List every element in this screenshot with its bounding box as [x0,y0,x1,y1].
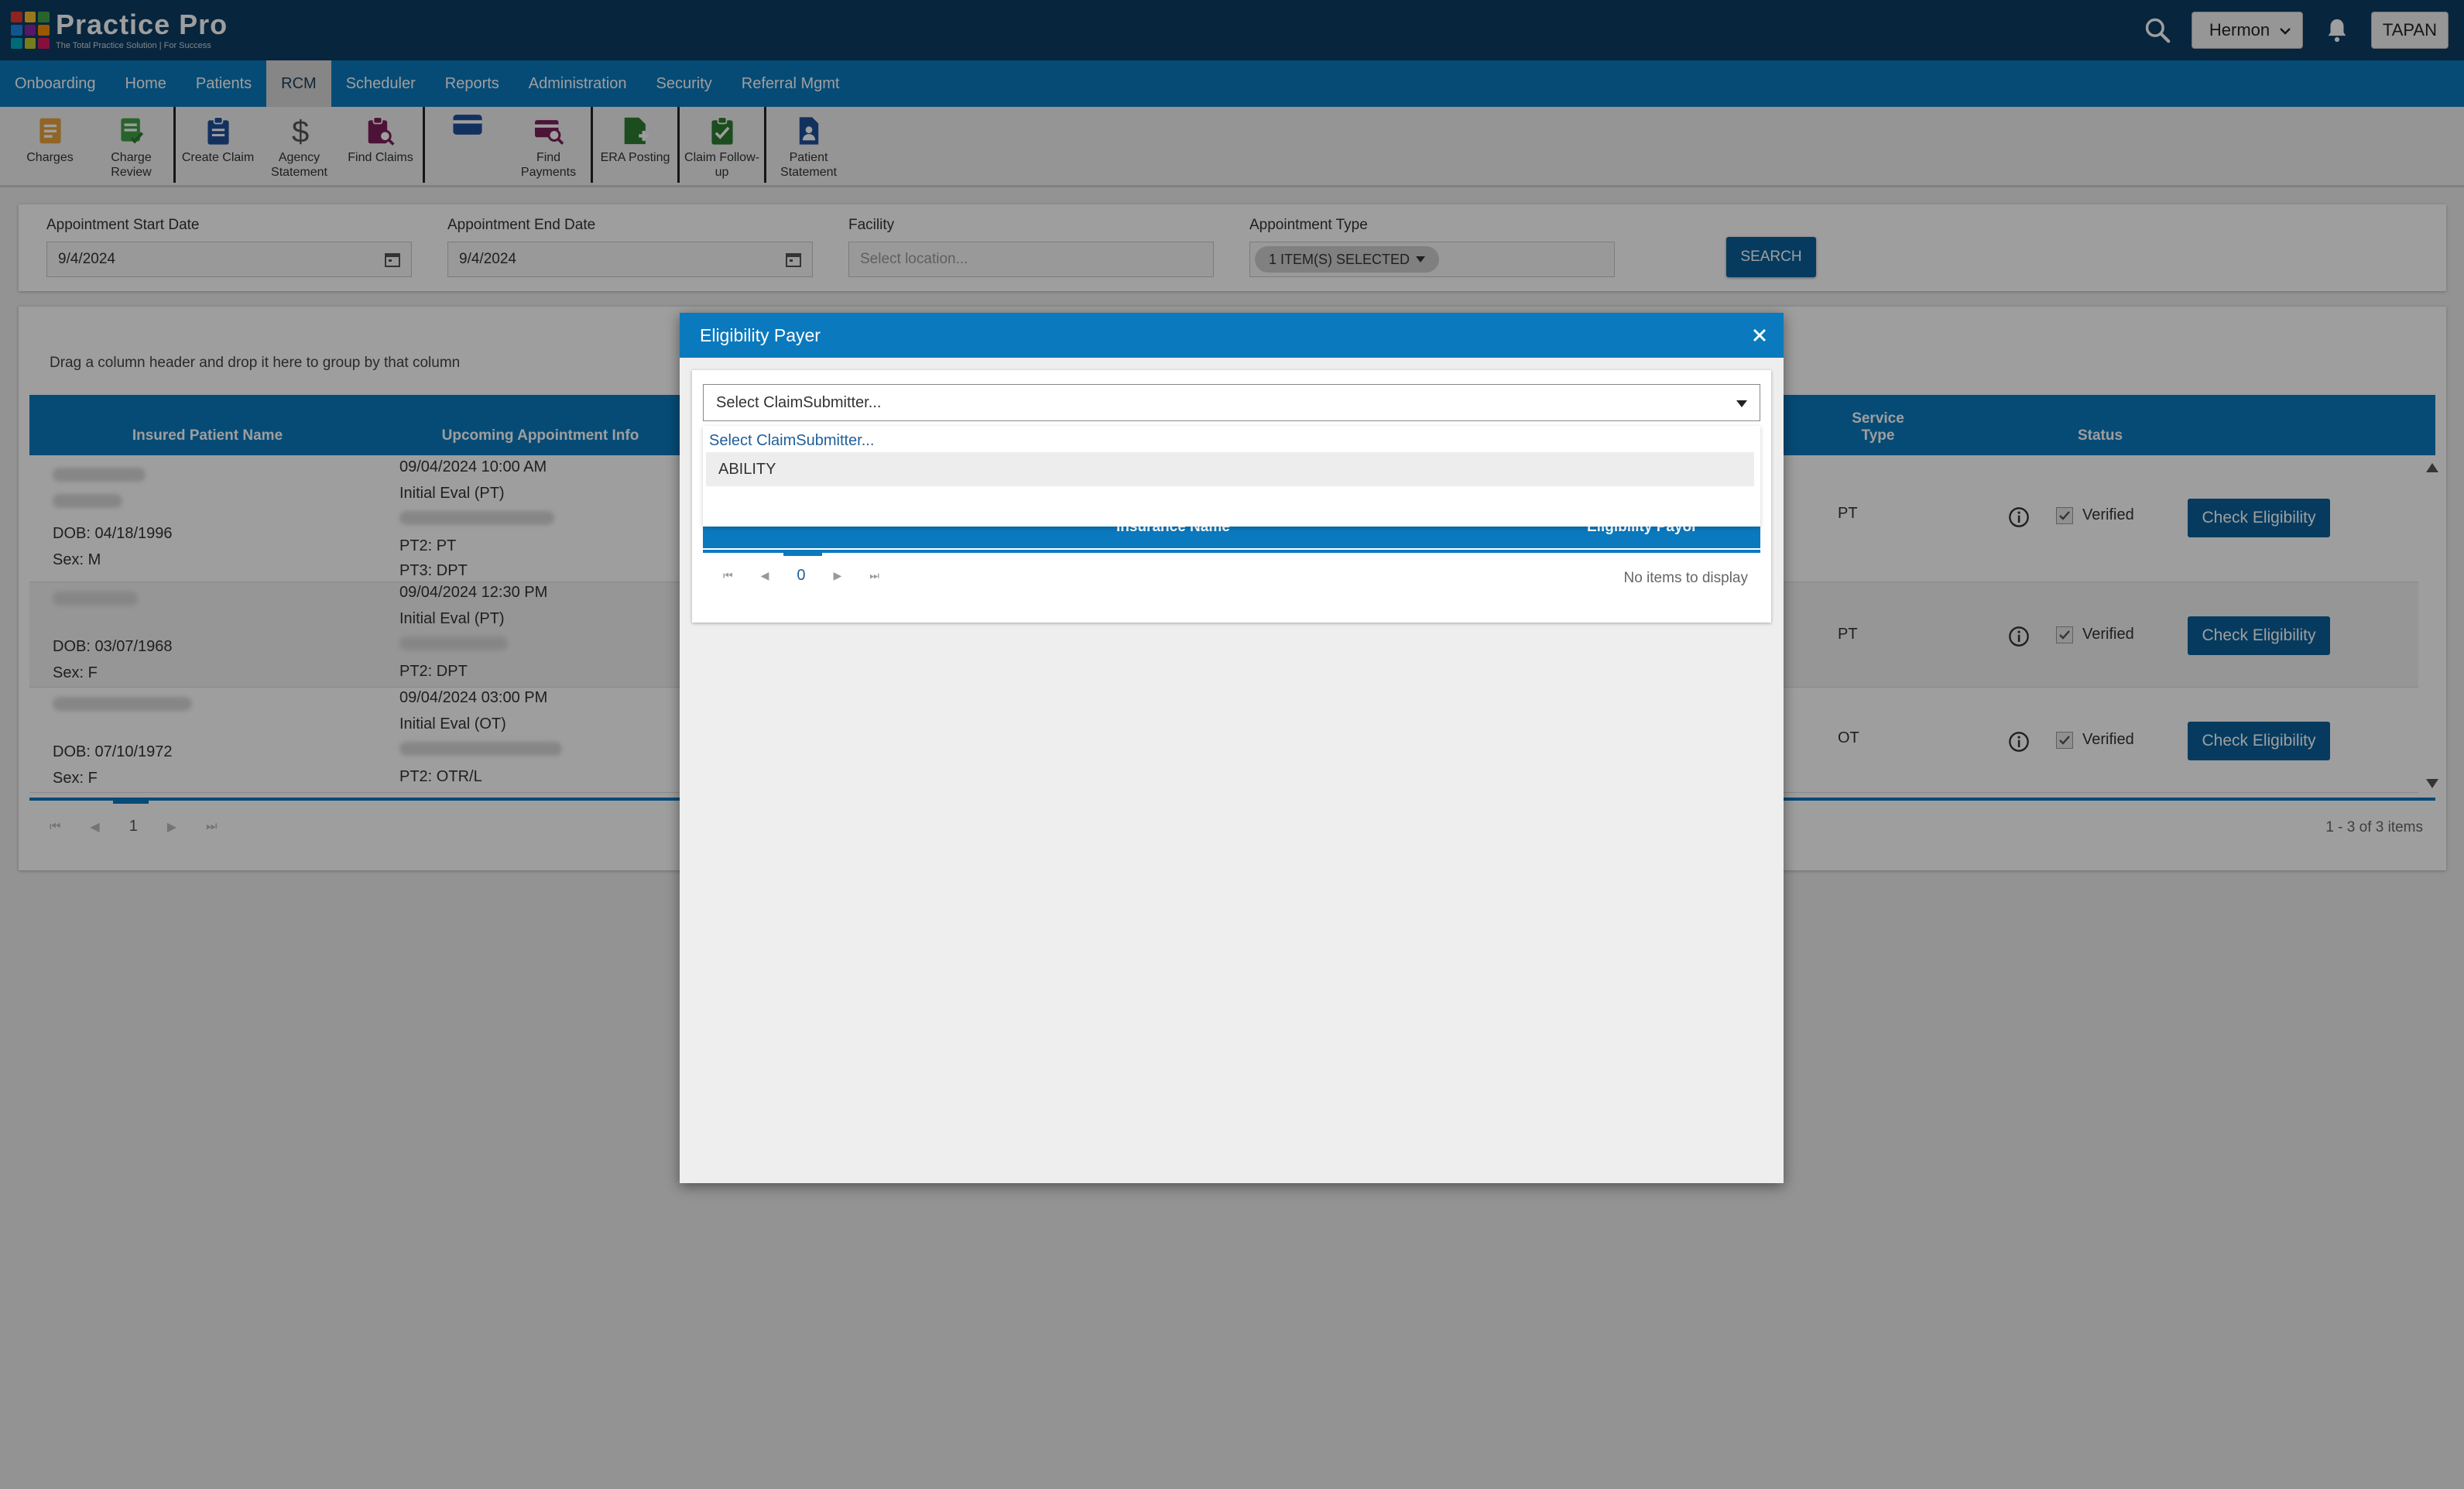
close-icon[interactable] [1748,324,1771,347]
dialog-titlebar: Eligibility Payer [680,313,1784,358]
next-page-icon[interactable]: ▶ [834,569,842,582]
claim-submitter-value: Select ClaimSubmitter... [716,393,882,411]
first-page-icon[interactable]: ⏮ [723,569,733,582]
caret-down-icon [1736,400,1747,407]
no-items-message: No items to display [1623,570,1748,586]
current-page[interactable]: 0 [797,567,805,585]
claim-submitter-dropdown: Select ClaimSubmitter... ABILITY [703,426,1760,527]
eligibility-payer-dialog: Eligibility Payer Select ClaimSubmitter.… [680,313,1784,1183]
prev-page-icon[interactable]: ◀ [761,569,769,582]
insurance-grid-footer-line [703,550,1760,553]
eligibility-payer-card: Select ClaimSubmitter... Insurance Name … [692,370,1771,623]
dropdown-option-ability[interactable]: ABILITY [706,452,1754,486]
page-indicator [783,553,822,556]
dialog-title: Eligibility Payer [700,324,821,345]
last-page-icon[interactable]: ⏭ [869,569,879,582]
dropdown-placeholder-option[interactable]: Select ClaimSubmitter... [709,432,874,450]
claim-submitter-select[interactable]: Select ClaimSubmitter... [703,384,1760,421]
insurance-grid-pager: ⏮ ◀ 0 ▶ ⏭ [723,567,879,585]
